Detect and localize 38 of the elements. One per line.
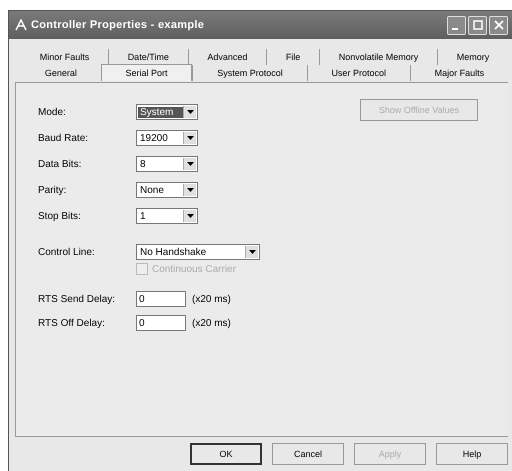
unit-label: (x20 ms) <box>192 294 231 304</box>
dropdown[interactable]: System <box>136 104 198 120</box>
tab[interactable]: File <box>266 49 320 65</box>
field-label: Parity: <box>38 184 68 196</box>
tab[interactable]: General <box>21 65 101 81</box>
close-button[interactable] <box>489 16 508 34</box>
field-label: Data Bits: <box>38 158 82 170</box>
dialog-button[interactable]: OK <box>190 443 262 465</box>
window-title: Controller Properties - example <box>31 19 206 31</box>
field-label: Mode: <box>38 106 67 118</box>
tab[interactable]: User Protocol <box>306 65 410 81</box>
dropdown[interactable]: None <box>136 182 198 198</box>
minimize-icon <box>452 28 458 30</box>
field-label: RTS Off Delay: <box>38 318 106 328</box>
tab[interactable]: Serial Port <box>100 64 192 81</box>
dialog-button[interactable]: Help <box>436 443 508 465</box>
dropdown[interactable]: 8 <box>136 156 198 172</box>
tab[interactable]: Major Faults <box>410 65 508 81</box>
unit-label: (x20 ms) <box>192 318 231 328</box>
field-label: Control Line: <box>38 246 96 258</box>
field-label: RTS Send Delay: <box>38 294 116 304</box>
input-field[interactable]: 0 <box>136 291 186 307</box>
minimize-button[interactable] <box>447 16 466 34</box>
field-label: Stop Bits: <box>38 210 82 222</box>
close-icon <box>494 20 504 30</box>
tab[interactable]: Minor Faults <box>21 49 108 65</box>
input-field[interactable]: 0 <box>136 315 186 331</box>
tab[interactable]: Nonvolatile Memory <box>319 49 438 65</box>
tab[interactable]: Memory <box>437 49 508 65</box>
dropdown[interactable]: 19200 <box>136 130 198 146</box>
app-icon <box>15 19 27 31</box>
dropdown[interactable]: 1 <box>136 208 198 224</box>
maximize-icon <box>472 20 482 30</box>
dropdown[interactable]: No Handshake <box>136 244 260 260</box>
tab[interactable]: System Protocol <box>192 65 307 81</box>
field-label: Baud Rate: <box>38 132 90 144</box>
maximize-button[interactable] <box>468 16 487 34</box>
dialog-button[interactable]: Cancel <box>272 443 344 465</box>
